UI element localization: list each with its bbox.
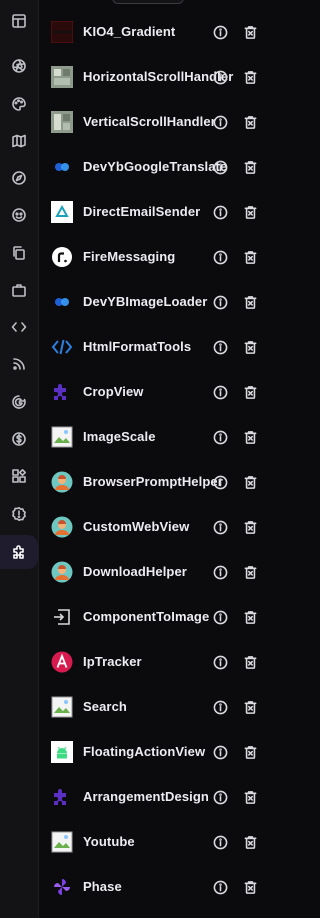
- info-icon[interactable]: [212, 24, 228, 40]
- extension-row[interactable]: HtmlFormatTools: [39, 325, 264, 369]
- info-icon[interactable]: [212, 789, 228, 805]
- info-icon[interactable]: [212, 609, 228, 625]
- info-icon[interactable]: [212, 204, 228, 220]
- trash-icon[interactable]: [242, 114, 258, 130]
- info-icon[interactable]: [212, 249, 228, 265]
- widgets-icon[interactable]: [0, 459, 38, 493]
- blue-dots-icon: [51, 291, 73, 313]
- triangle-logo-icon: [51, 201, 73, 223]
- extension-row[interactable]: DevYBImageLoader: [39, 280, 264, 324]
- extension-row[interactable]: VerticalScrollHandler: [39, 100, 264, 144]
- extension-row[interactable]: DirectEmailSender: [39, 190, 264, 234]
- extension-row[interactable]: ImageScale: [39, 415, 264, 459]
- extension-row[interactable]: IpTracker: [39, 640, 264, 684]
- trash-icon[interactable]: [242, 744, 258, 760]
- info-icon[interactable]: [212, 834, 228, 850]
- extension-row[interactable]: DownloadHelper: [39, 550, 264, 594]
- trash-icon[interactable]: [242, 879, 258, 895]
- palette-icon[interactable]: [0, 87, 38, 121]
- info-icon[interactable]: [212, 69, 228, 85]
- trash-icon[interactable]: [242, 834, 258, 850]
- extension-row[interactable]: Search: [39, 685, 264, 729]
- pinwheel-icon: [51, 876, 73, 898]
- extension-row[interactable]: ArrangementDesign: [39, 775, 264, 819]
- extension-row[interactable]: CustomWebView: [39, 505, 264, 549]
- map-icon[interactable]: [0, 124, 38, 158]
- info-icon[interactable]: [212, 699, 228, 715]
- top-bar: [0, 0, 264, 6]
- extension-row[interactable]: Phase: [39, 865, 264, 909]
- export-box-icon: [51, 606, 73, 628]
- code-icon[interactable]: [0, 310, 38, 344]
- info-icon[interactable]: [212, 654, 228, 670]
- broken-image-icon: [51, 696, 73, 718]
- rss-icon[interactable]: [0, 347, 38, 381]
- info-icon[interactable]: [212, 294, 228, 310]
- emoji-icon[interactable]: [0, 198, 38, 232]
- info-icon[interactable]: [212, 564, 228, 580]
- puzzle-icon: [51, 786, 73, 808]
- trash-icon[interactable]: [242, 519, 258, 535]
- trash-icon[interactable]: [242, 204, 258, 220]
- info-icon[interactable]: [212, 114, 228, 130]
- dollar-icon[interactable]: [0, 422, 38, 456]
- extension-row[interactable]: ComponentToImage: [39, 595, 264, 639]
- google-icon[interactable]: [0, 385, 38, 419]
- trash-icon[interactable]: [242, 789, 258, 805]
- info-icon[interactable]: [212, 744, 228, 760]
- sidebar: [0, 0, 38, 918]
- extension-icon[interactable]: [0, 535, 38, 569]
- trash-icon[interactable]: [242, 654, 258, 670]
- code-brackets-icon: [51, 336, 73, 358]
- trash-icon[interactable]: [242, 699, 258, 715]
- alert-icon[interactable]: [0, 497, 38, 531]
- trash-icon[interactable]: [242, 339, 258, 355]
- extension-row[interactable]: Youtube: [39, 820, 264, 864]
- trash-icon[interactable]: [242, 384, 258, 400]
- trash-icon[interactable]: [242, 159, 258, 175]
- aperture-icon[interactable]: [0, 49, 38, 83]
- trash-icon[interactable]: [242, 474, 258, 490]
- scroll-handler-icon: [51, 111, 73, 133]
- trash-icon[interactable]: [242, 249, 258, 265]
- gradient-swatch-icon: [51, 21, 73, 43]
- extension-row[interactable]: FireMessaging: [39, 235, 264, 279]
- extension-row[interactable]: BrowserPromptHelper: [39, 460, 264, 504]
- broken-image-icon: [51, 426, 73, 448]
- extension-row[interactable]: FloatingActionView: [39, 730, 264, 774]
- avatar-icon: [51, 561, 73, 583]
- puzzle-icon: [51, 381, 73, 403]
- compass-icon[interactable]: [0, 161, 38, 195]
- avatar-icon: [51, 516, 73, 538]
- trash-icon[interactable]: [242, 294, 258, 310]
- trash-icon[interactable]: [242, 564, 258, 580]
- extension-row[interactable]: CropView: [39, 370, 264, 414]
- info-icon[interactable]: [212, 879, 228, 895]
- info-icon[interactable]: [212, 339, 228, 355]
- letter-a-logo-icon: [51, 651, 73, 673]
- avatar-icon: [51, 471, 73, 493]
- top-pill: [112, 0, 184, 4]
- copy-icon[interactable]: [0, 236, 38, 270]
- trash-icon[interactable]: [242, 429, 258, 445]
- layout-icon[interactable]: [0, 4, 38, 38]
- r-logo-icon: [51, 246, 73, 268]
- info-icon[interactable]: [212, 519, 228, 535]
- trash-icon[interactable]: [242, 609, 258, 625]
- trash-icon[interactable]: [242, 24, 258, 40]
- broken-image-icon: [51, 831, 73, 853]
- extension-row[interactable]: KIO4_Gradient: [39, 10, 264, 54]
- trash-icon[interactable]: [242, 69, 258, 85]
- info-icon[interactable]: [212, 384, 228, 400]
- info-icon[interactable]: [212, 159, 228, 175]
- blue-dots-icon: [51, 156, 73, 178]
- extension-row[interactable]: HorizontalScrollHandler: [39, 55, 264, 99]
- android-icon: [51, 741, 73, 763]
- briefcase-icon[interactable]: [0, 273, 38, 307]
- extension-row[interactable]: DevYbGoogleTranslate: [39, 145, 264, 189]
- scroll-handler-icon: [51, 66, 73, 88]
- info-icon[interactable]: [212, 429, 228, 445]
- info-icon[interactable]: [212, 474, 228, 490]
